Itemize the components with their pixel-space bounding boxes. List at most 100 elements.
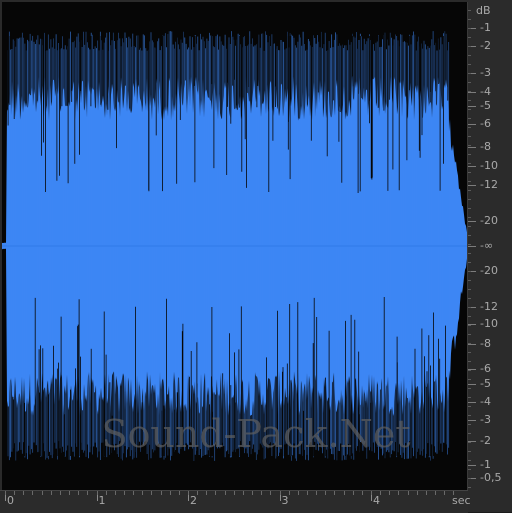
db-minor-tick xyxy=(468,136,471,137)
db-minor-tick xyxy=(468,217,471,218)
db-minor-tick xyxy=(468,172,471,173)
db-tick-label: -∞ xyxy=(480,239,494,252)
db-minor-tick xyxy=(468,343,471,344)
db-minor-tick xyxy=(468,199,471,200)
db-minor-tick xyxy=(468,190,471,191)
time-minor-tick xyxy=(188,491,189,495)
time-minor-tick xyxy=(14,491,15,495)
db-tick-label: -6 xyxy=(480,362,491,375)
db-tick-label: -20 xyxy=(480,214,498,227)
time-minor-tick xyxy=(197,491,198,495)
db-minor-tick xyxy=(468,127,471,128)
db-minor-tick xyxy=(468,271,471,272)
time-tick-label: 4 xyxy=(373,494,380,507)
time-tick-label: 1 xyxy=(98,494,106,507)
db-tick-label: -4 xyxy=(480,395,491,408)
db-minor-tick xyxy=(468,334,471,335)
db-minor-tick xyxy=(468,469,471,470)
db-tick xyxy=(468,384,476,385)
db-minor-tick xyxy=(468,370,471,371)
db-minor-tick xyxy=(468,109,471,110)
db-minor-tick xyxy=(468,262,471,263)
time-minor-tick xyxy=(234,491,235,495)
db-tick xyxy=(468,106,476,107)
time-minor-tick xyxy=(261,491,262,495)
waveform-svg xyxy=(2,2,467,490)
db-tick-label: -12 xyxy=(480,178,498,191)
time-minor-tick xyxy=(444,491,445,495)
db-minor-tick xyxy=(468,415,471,416)
db-minor-tick xyxy=(468,478,471,479)
db-tick xyxy=(468,185,476,186)
db-tick xyxy=(468,147,476,148)
db-minor-tick xyxy=(468,253,471,254)
time-tick-label: 3 xyxy=(281,494,289,507)
db-minor-tick xyxy=(468,208,471,209)
db-tick-label: -1 xyxy=(480,21,491,34)
db-minor-tick xyxy=(468,352,471,353)
time-minor-tick xyxy=(435,491,436,495)
time-minor-tick xyxy=(252,491,253,495)
db-minor-tick xyxy=(468,424,471,425)
db-tick xyxy=(468,166,476,167)
time-minor-tick xyxy=(97,491,98,495)
time-minor-tick xyxy=(334,491,335,495)
db-unit-label: dB xyxy=(476,4,491,17)
db-tick xyxy=(468,344,476,345)
waveform-display[interactable] xyxy=(2,2,468,490)
db-ruler: dB -1 -2 -3 -4 -5 -6 -8 -10 -12 -20 -∞ -20 -12 -10 -8-… xyxy=(468,0,512,490)
db-minor-tick xyxy=(468,307,471,308)
db-tick-label: -6 xyxy=(480,117,491,130)
db-minor-tick xyxy=(468,91,471,92)
db-tick-label: -8 xyxy=(480,337,491,350)
time-minor-tick xyxy=(151,491,152,495)
db-tick xyxy=(468,124,476,125)
time-minor-tick xyxy=(298,491,299,495)
db-minor-tick xyxy=(468,28,471,29)
db-minor-tick xyxy=(468,451,471,452)
db-minor-tick xyxy=(468,10,471,11)
db-minor-tick xyxy=(468,433,471,434)
db-tick-label: -12 xyxy=(480,300,498,313)
db-minor-tick xyxy=(468,397,471,398)
time-ruler: sec 0 1 2 3 4 xyxy=(0,490,471,513)
db-minor-tick xyxy=(468,298,471,299)
time-minor-tick xyxy=(417,491,418,495)
time-minor-tick xyxy=(307,491,308,495)
time-minor-tick xyxy=(270,491,271,495)
time-unit-label: sec xyxy=(452,494,471,507)
time-minor-tick xyxy=(179,491,180,495)
db-tick-label: -2 xyxy=(480,39,491,52)
time-minor-tick xyxy=(206,491,207,495)
db-tick xyxy=(468,92,476,93)
db-minor-tick xyxy=(468,226,471,227)
db-tick xyxy=(468,420,476,421)
time-minor-tick xyxy=(133,491,134,495)
db-tick-label: -4 xyxy=(480,85,491,98)
time-minor-tick xyxy=(60,491,61,495)
audio-editor: dB -1 -2 -3 -4 -5 -6 -8 -10 -12 -20 -∞ -20 -12 -10 -8-… xyxy=(0,0,512,513)
time-minor-tick xyxy=(398,491,399,495)
time-minor-tick xyxy=(106,491,107,495)
time-minor-tick xyxy=(115,491,116,495)
db-minor-tick xyxy=(468,55,471,56)
db-minor-tick xyxy=(468,145,471,146)
db-minor-tick xyxy=(468,325,471,326)
db-tick-label: -0,5 xyxy=(480,471,502,484)
db-minor-tick xyxy=(468,19,471,20)
db-minor-tick xyxy=(468,487,471,488)
time-minor-tick xyxy=(23,491,24,495)
time-minor-tick xyxy=(225,491,226,495)
db-tick-label: -8 xyxy=(480,140,491,153)
time-minor-tick xyxy=(453,491,454,495)
db-minor-tick xyxy=(468,37,471,38)
db-minor-tick xyxy=(468,460,471,461)
db-tick xyxy=(468,221,476,222)
db-minor-tick xyxy=(468,361,471,362)
db-minor-tick xyxy=(468,64,471,65)
db-minor-tick xyxy=(468,244,471,245)
db-tick xyxy=(468,246,476,247)
time-minor-tick xyxy=(87,491,88,495)
time-minor-tick xyxy=(344,491,345,495)
time-minor-tick xyxy=(69,491,70,495)
